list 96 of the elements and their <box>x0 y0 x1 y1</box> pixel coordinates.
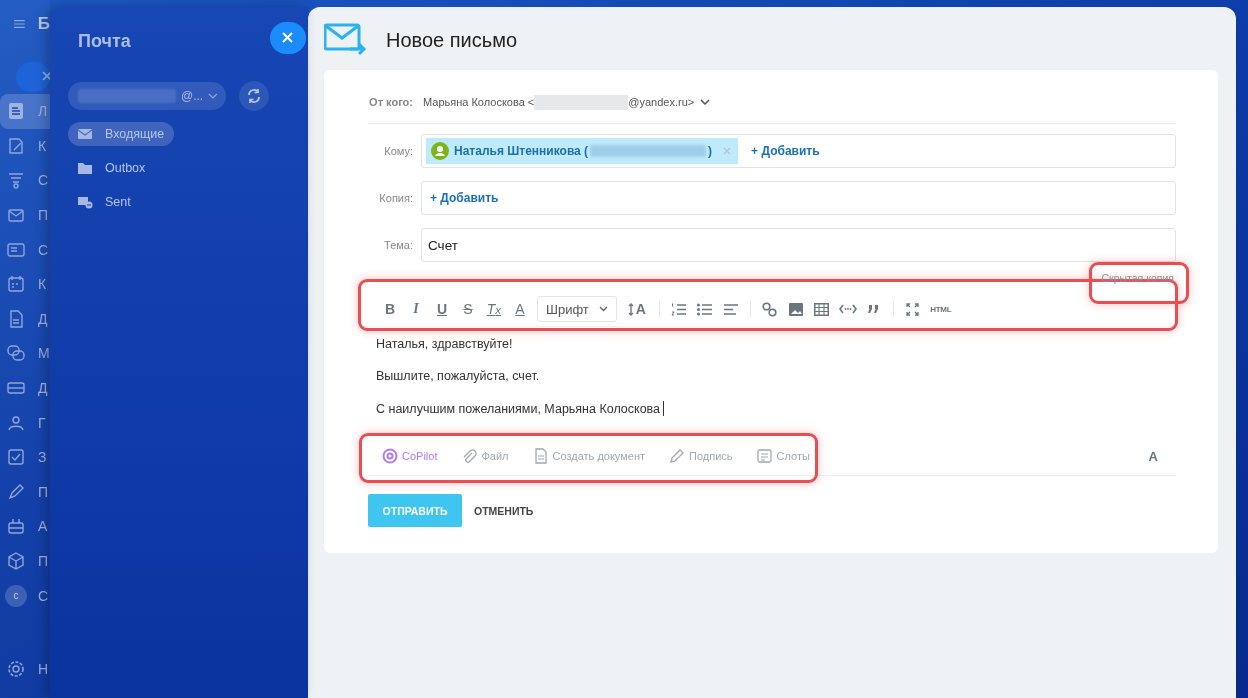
font-size-button[interactable]: A <box>620 296 653 322</box>
checkbox-icon <box>7 448 25 467</box>
pencil-icon <box>669 448 686 464</box>
field-label: Кому: <box>383 145 413 157</box>
format-toggle-button[interactable]: A <box>1148 448 1158 464</box>
copilot-button[interactable]: CoPilot <box>382 448 438 464</box>
robot-icon <box>7 517 25 536</box>
field-label: Копия: <box>378 192 413 204</box>
rail-item[interactable]: Н <box>0 651 50 686</box>
fullscreen-icon[interactable] <box>906 302 920 316</box>
message-body[interactable]: Наталья, здравствуйте! Вышлите, пожалуйста, счет. С наилучшим пожеланиями, Марьяна Колоскова <box>368 327 1176 441</box>
rail-item[interactable]: Г <box>0 405 50 440</box>
bullet-list-icon[interactable] <box>697 302 713 316</box>
recipient-field[interactable]: Наталья Штенникова ( ) + Добавить <box>421 134 1176 168</box>
calendar-icon <box>7 275 25 294</box>
text-cursor <box>663 401 665 416</box>
user-avatar-icon <box>431 142 449 160</box>
rail-item[interactable]: Д <box>0 370 50 406</box>
attach-toolbar-button[interactable]: Файл <box>461 448 509 464</box>
align-left-icon[interactable] <box>723 302 738 316</box>
cc-field[interactable]: + Добавить <box>421 181 1176 215</box>
html-button[interactable]: HTML <box>925 296 956 322</box>
file-icon <box>7 309 25 328</box>
copilot-icon <box>382 448 398 464</box>
code-icon[interactable] <box>838 304 857 314</box>
rail-item[interactable]: С <box>0 232 50 267</box>
mail-icon <box>7 206 25 225</box>
account-select[interactable]: @... <box>68 82 226 110</box>
rail-item[interactable]: П <box>0 197 50 233</box>
folder-item[interactable]: Outbox <box>68 156 156 180</box>
rail-item[interactable]: З <box>0 439 50 475</box>
rail-item[interactable]: П <box>0 543 50 579</box>
attach-toolbar-button[interactable]: Слоты <box>756 448 810 464</box>
document-icon <box>7 102 25 121</box>
refresh-icon <box>246 88 262 104</box>
slots-icon <box>756 448 773 464</box>
document-icon <box>532 448 549 464</box>
rail-item[interactable]: c С <box>0 578 50 613</box>
refresh-button[interactable] <box>239 81 269 111</box>
field-label: От кого: <box>368 96 413 108</box>
folder-item[interactable]: Sent <box>68 190 141 214</box>
settings-icon <box>7 659 25 678</box>
sender-address: @yandex.ru> <box>628 96 695 108</box>
body-text: С наилучшим пожеланиями, Марьяна Колоскова <box>376 401 1176 416</box>
rail-item[interactable]: А <box>0 509 50 544</box>
group-icon <box>7 413 25 432</box>
box-icon <box>7 552 25 570</box>
mail-send-icon <box>324 21 368 56</box>
recipient-chip[interactable]: Наталья Штенникова ( ) <box>426 138 739 164</box>
chevron-down-icon <box>598 306 608 312</box>
underline-button[interactable]: U <box>429 296 455 322</box>
chevron-down-icon[interactable] <box>700 99 711 105</box>
rail-item[interactable]: Д <box>0 301 50 337</box>
folder-item[interactable]: Входящие <box>68 122 175 146</box>
field-label: Тема: <box>383 239 413 251</box>
rail-item[interactable]: П <box>0 474 50 510</box>
sent-mail-icon <box>78 195 93 209</box>
text-color-button[interactable]: A <box>507 296 533 322</box>
rail-item[interactable]: М <box>0 336 50 371</box>
app-title: Б <box>37 14 50 34</box>
envelope-icon <box>78 127 93 141</box>
add-link[interactable]: + Добавить <box>426 191 499 205</box>
panel-title: Почта <box>78 31 131 52</box>
attach-toolbar-button[interactable]: Подпись <box>669 448 733 464</box>
pen-icon <box>7 482 25 501</box>
bold-button[interactable]: B <box>377 296 403 322</box>
chevron-down-icon <box>208 93 218 99</box>
font-select[interactable]: Шрифт <box>537 296 617 322</box>
chat-icon <box>7 344 25 363</box>
close-icon[interactable] <box>270 22 306 54</box>
rail-item[interactable]: К <box>0 266 50 302</box>
folder-icon <box>78 161 93 175</box>
link-icon[interactable] <box>762 301 778 317</box>
up-down-arrow-icon <box>627 302 634 316</box>
cancel-button[interactable]: ОТМЕНИТЬ <box>474 494 534 527</box>
numbered-list-icon[interactable] <box>671 302 687 316</box>
sender-name: Марьяна Колоскова < <box>423 96 535 108</box>
edit-icon <box>7 136 25 155</box>
window-title: Новое письмо <box>386 28 518 52</box>
avatar: c <box>5 584 27 607</box>
card-icon <box>7 240 25 259</box>
add-link[interactable]: + Добавить <box>747 144 820 158</box>
table-icon[interactable] <box>814 302 830 316</box>
menu-icon[interactable] <box>14 18 25 30</box>
italic-button[interactable]: I <box>403 296 429 322</box>
quote-icon[interactable] <box>868 305 880 313</box>
paperclip-icon <box>461 448 478 464</box>
attach-toolbar-button[interactable]: Создать документ <box>532 448 646 464</box>
rail-item[interactable]: С <box>0 163 50 198</box>
rail-item[interactable]: К <box>0 128 50 164</box>
subject-field[interactable]: Счет <box>421 228 1176 262</box>
image-icon[interactable] <box>788 302 803 316</box>
strikethrough-button[interactable]: S <box>455 296 481 322</box>
filter-icon <box>7 171 25 190</box>
body-text: Вышлите, пожалуйста, счет. <box>376 369 541 383</box>
body-text: Наталья, здравствуйте! <box>376 337 514 351</box>
